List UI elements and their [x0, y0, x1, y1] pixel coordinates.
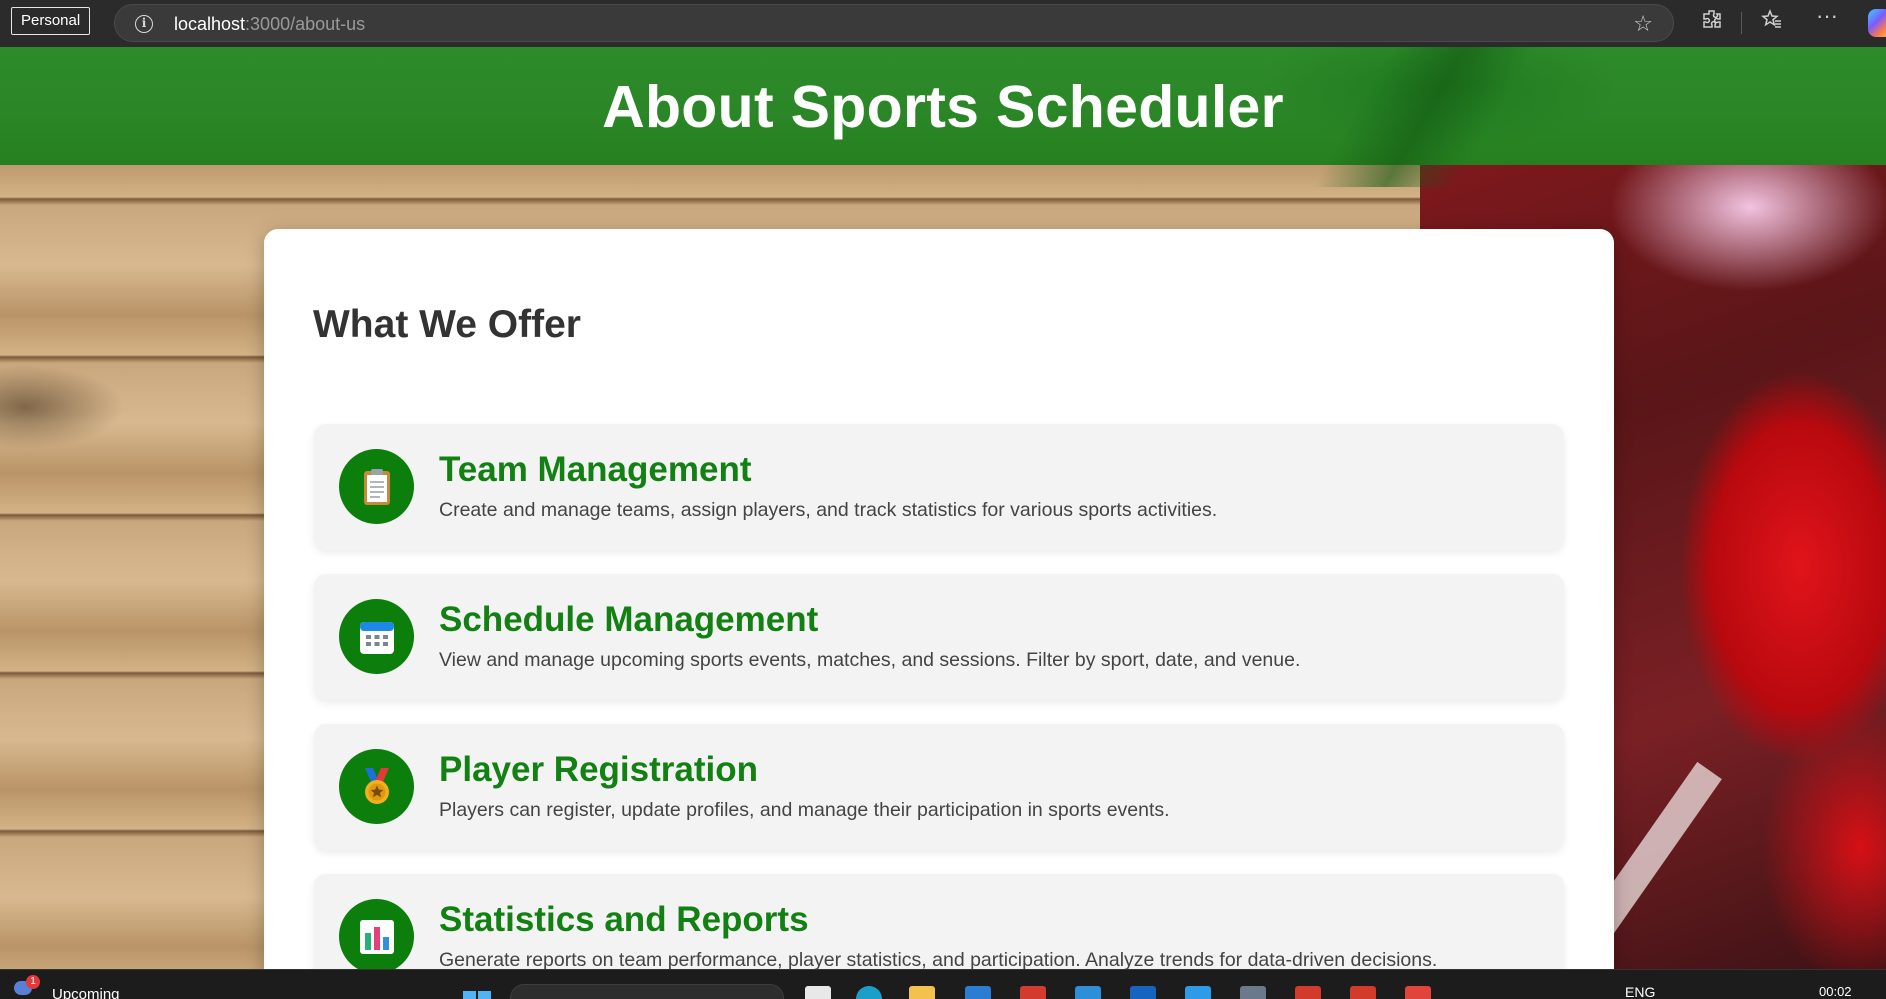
hero-banner: About Sports Scheduler	[0, 47, 1886, 187]
feature-title: Player Registration	[439, 750, 758, 789]
vscode-icon[interactable]	[1185, 986, 1211, 999]
edge-browser-icon[interactable]	[856, 986, 882, 999]
dropbox-icon[interactable]	[1130, 986, 1156, 999]
url-text[interactable]: localhost:3000/about-us	[174, 14, 365, 35]
page-background: About Sports Scheduler What We Offer Tea…	[0, 47, 1886, 969]
os-taskbar: 1 Upcoming ENG 00:02	[0, 969, 1886, 999]
browser-toolbar: Personal i localhost:3000/about-us ☆ ···	[0, 0, 1886, 47]
favorite-star-icon[interactable]: ☆	[1633, 11, 1653, 37]
feature-title: Statistics and Reports	[439, 900, 809, 939]
clipboard-icon	[339, 449, 414, 524]
outlook-icon[interactable]	[965, 986, 991, 999]
address-bar[interactable]: i localhost:3000/about-us ☆	[114, 4, 1674, 42]
feature-card-statistics-reports: Statistics and Reports Generate reports …	[314, 874, 1564, 969]
feature-description: Players can register, update profiles, a…	[439, 799, 1170, 821]
site-info-icon[interactable]: i	[135, 15, 153, 33]
clock[interactable]: 00:02	[1819, 984, 1852, 999]
language-indicator[interactable]: ENG	[1625, 984, 1655, 999]
feature-description: Generate reports on team performance, pl…	[439, 949, 1438, 969]
url-path: :3000/about-us	[245, 14, 366, 34]
office-icon[interactable]	[1020, 986, 1046, 999]
section-heading: What We Offer	[313, 303, 581, 346]
more-menu-icon[interactable]: ···	[1812, 3, 1842, 29]
notification-badge: 1	[26, 975, 40, 989]
start-menu-icon[interactable]	[463, 991, 491, 999]
profile-button[interactable]: Personal	[11, 7, 91, 35]
feature-title: Schedule Management	[439, 600, 819, 639]
app-icon[interactable]	[1240, 986, 1266, 999]
url-host: localhost	[174, 14, 246, 34]
bar-chart-icon	[339, 899, 414, 969]
store-icon[interactable]	[1075, 986, 1101, 999]
calendar-icon	[339, 599, 414, 674]
feature-card-schedule-management: Schedule Management View and manage upco…	[314, 574, 1564, 700]
extensions-icon[interactable]	[1697, 8, 1727, 36]
widgets-icon[interactable]: 1	[14, 975, 40, 995]
medal-icon	[339, 749, 414, 824]
feature-card-team-management: Team Management Create and manage teams,…	[314, 424, 1564, 550]
feature-title: Team Management	[439, 450, 752, 489]
content-card: What We Offer Team Management Create and…	[264, 229, 1614, 969]
widgets-label[interactable]: Upcoming	[52, 986, 120, 999]
feature-description: View and manage upcoming sports events, …	[439, 649, 1301, 671]
chrome-profile-2-icon[interactable]	[1350, 986, 1376, 999]
feature-description: Create and manage teams, assign players,…	[439, 499, 1218, 521]
chrome-profile-icon[interactable]	[1295, 986, 1321, 999]
taskbar-search-input[interactable]	[510, 984, 784, 999]
task-view-icon[interactable]	[805, 986, 831, 999]
toolbar-divider	[1741, 12, 1742, 34]
chrome-icon[interactable]	[1405, 986, 1431, 999]
page-title: About Sports Scheduler	[602, 74, 1284, 140]
copilot-icon[interactable]	[1868, 9, 1886, 37]
feature-card-player-registration: Player Registration Players can register…	[314, 724, 1564, 850]
favorites-icon[interactable]	[1757, 8, 1787, 36]
file-explorer-icon[interactable]	[909, 986, 935, 999]
